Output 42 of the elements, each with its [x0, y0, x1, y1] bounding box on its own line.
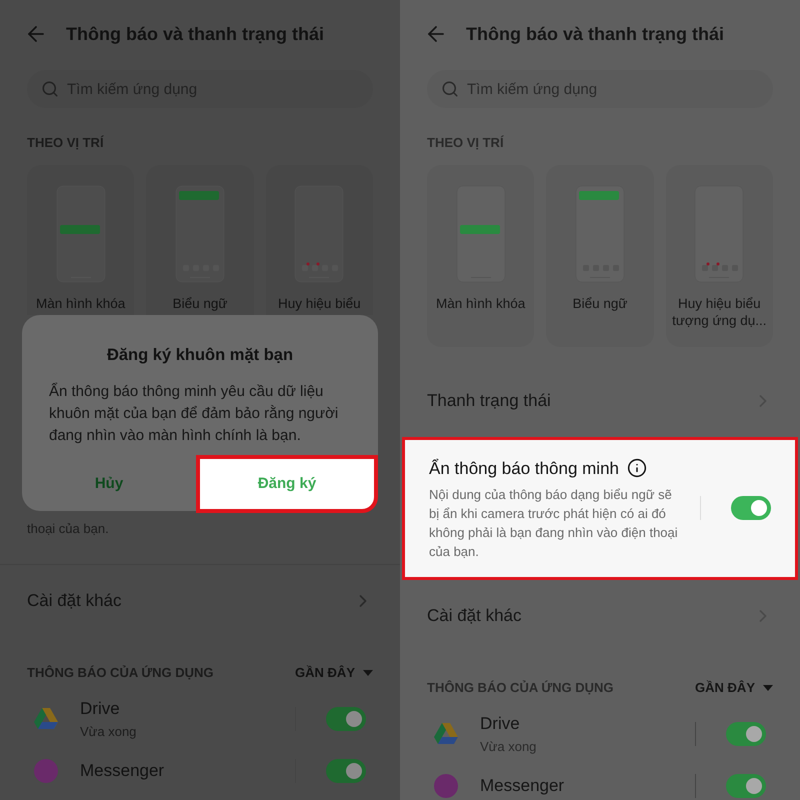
- toggle-switch[interactable]: [326, 758, 366, 782]
- settings-row[interactable]: Cài đặt khác: [0, 565, 400, 637]
- caret-icon: [363, 670, 373, 676]
- page-title: Thông báo và thanh trạng thái: [66, 22, 324, 46]
- caret-icon: [763, 684, 773, 691]
- toggle-switch[interactable]: [726, 774, 766, 798]
- triangle-logo-icon: [434, 722, 458, 744]
- toggle-switch[interactable]: [731, 496, 771, 520]
- toggle-switch[interactable]: [726, 722, 766, 746]
- app-name: Messenger: [480, 774, 566, 797]
- setting-title: Ẩn thông báo thông minh: [429, 458, 619, 480]
- sort-dropdown[interactable]: GẦN ĐÂY: [695, 678, 755, 698]
- toggle-switch[interactable]: [326, 706, 366, 730]
- app-name: Drive: [80, 698, 121, 720]
- settings-row[interactable]: Thanh trạng thái: [400, 364, 800, 436]
- dialog-button[interactable]: Hủy: [22, 455, 196, 514]
- page-title: Thông báo và thanh trạng thái: [466, 22, 724, 46]
- settings-row-label: Cài đặt khác: [27, 590, 122, 612]
- settings-row[interactable]: Cài đặt khác: [400, 580, 800, 652]
- style-option-card[interactable]: Biểu ngữ: [546, 164, 654, 346]
- app-name: Messenger: [80, 760, 166, 782]
- chat-logo-icon: [434, 774, 458, 798]
- app-row[interactable]: Messenger: [0, 744, 400, 796]
- dialog-button[interactable]: Đăng ký: [196, 455, 378, 514]
- settings-row-label: Thanh trạng thái: [427, 390, 551, 412]
- style-option-card[interactable]: Màn hình khóa: [427, 164, 534, 346]
- style-option-card[interactable]: Huy hiệu biểu tượng ứng dụ...: [666, 164, 773, 346]
- sort-dropdown[interactable]: GẦN ĐÂY: [295, 663, 355, 682]
- dialog-message: Ẩn thông báo thông minh yêu cầu dữ liệu khuôn mặt của bạn để đảm bảo rằng người đang nhìn vào màn hình chính là bạn.: [49, 382, 340, 446]
- style-option-label: Màn hình khóa: [435, 294, 526, 312]
- search-icon: [41, 80, 59, 98]
- info-icon[interactable]: [626, 458, 647, 478]
- app-name: Drive: [480, 713, 521, 735]
- triangle-logo-icon: [34, 708, 58, 730]
- style-option-label: Huy hiệu biểu tượng ứng dụ...: [671, 294, 768, 328]
- settings-row-label: Cài đặt khác: [427, 605, 522, 628]
- app-row[interactable]: Messenger: [400, 760, 800, 800]
- search-icon: [441, 80, 459, 98]
- chat-logo-icon: [34, 758, 58, 782]
- setting-description: Nội dung của thông báo dạng biểu ngữ sẽ bị ẩn khi camera trước phát hiện có ai đó không phải là bạn đang nhìn vào điện thoại của bạn.: [429, 486, 679, 561]
- dialog-title: Đăng ký khuôn mặt bạn: [106, 344, 294, 366]
- style-option-label: Biểu ngữ: [572, 294, 628, 312]
